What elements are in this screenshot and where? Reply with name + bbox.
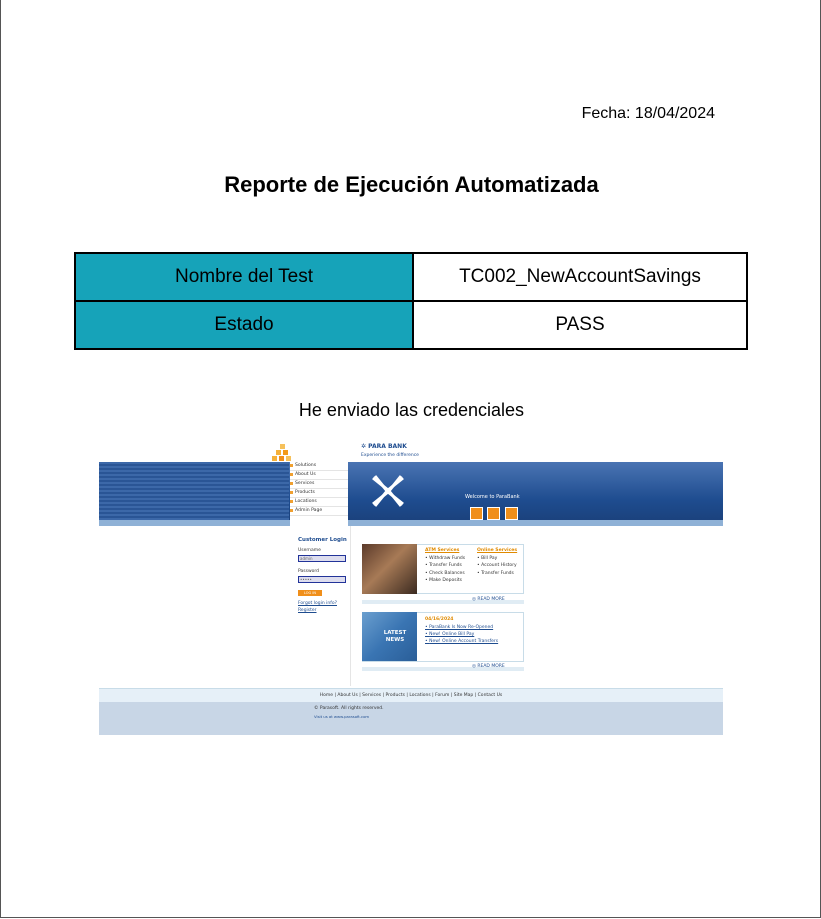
table-row: Nombre del Test TC002_NewAccountSavings <box>74 252 748 302</box>
top-menu: Solutions About Us Services Products Loc… <box>290 462 348 526</box>
home-icon[interactable] <box>470 507 483 520</box>
report-page: Fecha: 18/04/2024 Reporte de Ejecución A… <box>0 0 821 918</box>
welcome-text: Welcome to ParaBank <box>465 494 520 500</box>
list-item[interactable]: • Make Deposits <box>425 578 462 583</box>
username-label: Username <box>298 548 321 553</box>
forgot-login-link[interactable]: Forgot login info? <box>298 601 337 606</box>
username-input[interactable]: admin <box>298 555 346 562</box>
password-label: Password <box>298 569 320 574</box>
about-icon[interactable] <box>487 507 500 520</box>
list-item[interactable]: • Withdraw Funds <box>425 556 465 561</box>
news-date: 04/16/2024 <box>425 617 454 622</box>
parabank-logo-icon: ✲ <box>361 443 367 450</box>
login-button[interactable]: LOG IN <box>298 590 322 596</box>
status-label: Estado <box>74 300 414 350</box>
parabank-emblem-icon <box>372 475 404 507</box>
read-more-icon: ◎ <box>472 664 476 669</box>
copyright: © Parasoft. All rights reserved. <box>314 706 384 711</box>
report-title: Reporte de Ejecución Automatizada <box>224 172 599 197</box>
customer-login-title: Customer Login <box>298 537 347 543</box>
footer-links[interactable]: Home | About Us | Services | Products | … <box>99 688 723 703</box>
atm-services-heading: ATM Services <box>425 548 460 553</box>
read-more-link[interactable]: ◎ READ MORE <box>472 664 505 669</box>
status-value: PASS <box>412 300 748 350</box>
test-name-value: TC002_NewAccountSavings <box>412 252 748 302</box>
divider <box>350 526 351 686</box>
step-caption: He enviado las credenciales <box>298 400 525 420</box>
atm-image <box>362 544 417 594</box>
list-item[interactable]: • Transfer Funds <box>425 563 462 568</box>
latest-news-image: LATEST NEWS <box>362 612 417 661</box>
news-item[interactable]: • New! Online Account Transfers <box>425 639 498 644</box>
table-row: Estado PASS <box>74 300 748 350</box>
visit-link[interactable]: Visit us at www.parasoft.com <box>314 714 369 719</box>
list-item[interactable]: • Bill Pay <box>477 556 497 561</box>
header-underline <box>99 520 723 526</box>
list-item[interactable]: • Account History <box>477 563 517 568</box>
menu-item-locations[interactable]: Locations <box>290 498 348 507</box>
online-services-heading: Online Services <box>477 548 518 553</box>
news-item[interactable]: • ParaBank Is Now Re-Opened <box>425 625 493 630</box>
list-item[interactable]: • Transfer Funds <box>477 571 514 576</box>
test-name-label: Nombre del Test <box>74 252 414 302</box>
menu-item-solutions[interactable]: Solutions <box>290 462 348 471</box>
contact-icon[interactable] <box>505 507 518 520</box>
menu-item-services[interactable]: Services <box>290 480 348 489</box>
footer <box>99 702 723 735</box>
register-link[interactable]: Register <box>298 608 317 613</box>
news-item[interactable]: • New! Online Bill Pay <box>425 632 474 637</box>
menu-item-products[interactable]: Products <box>290 489 348 498</box>
parabank-screenshot: ✲ PARA BANK Experience the difference So… <box>99 440 723 735</box>
menu-item-about-us[interactable]: About Us <box>290 471 348 480</box>
menu-item-admin-page[interactable]: Admin Page <box>290 507 348 516</box>
read-more-link[interactable]: ◎ READ MORE <box>472 597 505 602</box>
password-input[interactable]: ••••• <box>298 576 346 583</box>
list-item[interactable]: • Check Balances <box>425 571 465 576</box>
header-banner <box>99 462 723 526</box>
report-date: Fecha: 18/04/2024 <box>581 105 715 122</box>
tagline: Experience the difference <box>361 453 419 458</box>
read-more-icon: ◎ <box>472 597 476 602</box>
test-info-table: Nombre del Test TC002_NewAccountSavings … <box>74 252 748 350</box>
parabank-brand[interactable]: ✲ PARA BANK <box>361 443 407 450</box>
